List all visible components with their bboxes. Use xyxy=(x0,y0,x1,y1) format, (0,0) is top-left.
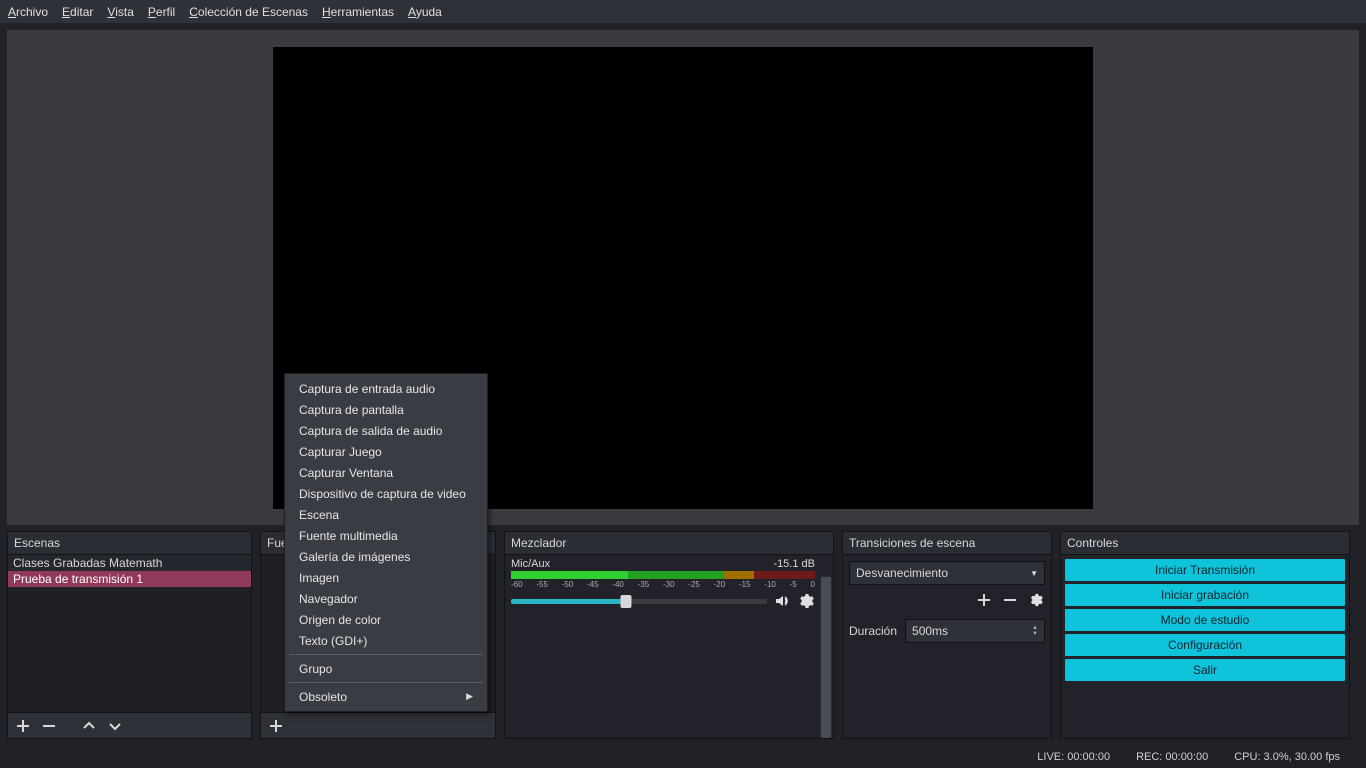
studio-mode-button[interactable]: Modo de estudio xyxy=(1065,609,1345,631)
volume-row xyxy=(511,592,815,610)
duration-spinner[interactable]: 500ms ▲▼ xyxy=(905,619,1045,643)
speaker-icon[interactable] xyxy=(773,592,791,610)
mixer-channel-db: -15.1 dB xyxy=(773,558,815,570)
remove-scene-button[interactable] xyxy=(38,716,60,736)
settings-button[interactable]: Configuración xyxy=(1065,634,1345,656)
chevron-down-icon: ▼ xyxy=(1030,569,1038,578)
exit-button[interactable]: Salir xyxy=(1065,659,1345,681)
scenes-header: Escenas xyxy=(8,532,251,555)
ctx-item[interactable]: Galería de imágenes xyxy=(285,546,487,567)
gear-icon[interactable] xyxy=(797,592,815,610)
transitions-panel: Transiciones de escena Desvanecimiento ▼… xyxy=(842,531,1052,739)
scene-item[interactable]: Clases Grabadas Matemath xyxy=(8,555,251,571)
transition-selected: Desvanecimiento xyxy=(856,566,948,580)
controls-panel: Controles Iniciar Transmisión Iniciar gr… xyxy=(1060,531,1350,739)
transition-settings-button[interactable] xyxy=(1027,591,1045,609)
scenes-panel: Escenas Clases Grabadas Matemath Prueba … xyxy=(7,531,252,739)
separator xyxy=(289,654,483,655)
menu-perfil[interactable]: Perfil xyxy=(148,5,175,19)
bottom-panels: Escenas Clases Grabadas Matemath Prueba … xyxy=(0,525,1366,739)
volume-slider[interactable] xyxy=(511,599,767,604)
move-scene-down-button[interactable] xyxy=(104,716,126,736)
transitions-body: Desvanecimiento ▼ Duración 500ms ▲▼ xyxy=(843,555,1051,738)
status-live: LIVE: 00:00:00 xyxy=(1037,751,1110,763)
menu-ayuda[interactable]: Ayuda xyxy=(408,5,442,19)
ctx-item[interactable]: Navegador xyxy=(285,588,487,609)
ctx-item-label: Obsoleto xyxy=(299,690,347,704)
ctx-item[interactable]: Captura de salida de audio xyxy=(285,420,487,441)
ctx-item-group[interactable]: Grupo xyxy=(285,658,487,679)
ctx-item[interactable]: Capturar Juego xyxy=(285,441,487,462)
controls-header: Controles xyxy=(1061,532,1349,555)
ctx-item[interactable]: Escena xyxy=(285,504,487,525)
menu-coleccion[interactable]: Colección de Escenas xyxy=(189,5,308,19)
ctx-item[interactable]: Origen de color xyxy=(285,609,487,630)
separator xyxy=(289,682,483,683)
ctx-item[interactable]: Capturar Ventana xyxy=(285,462,487,483)
mixer-body: Mic/Aux -15.1 dB -60 -55 -50 -45 -40 -35… xyxy=(505,555,833,738)
controls-body: Iniciar Transmisión Iniciar grabación Mo… xyxy=(1061,555,1349,738)
scenes-body: Clases Grabadas Matemath Prueba de trans… xyxy=(8,555,251,712)
add-source-context-menu: Captura de entrada audio Captura de pant… xyxy=(284,373,488,712)
menubar: Archivo Editar Vista Perfil Colección de… xyxy=(0,0,1366,23)
add-transition-button[interactable] xyxy=(975,591,993,609)
ctx-item[interactable]: Captura de pantalla xyxy=(285,399,487,420)
remove-transition-button[interactable] xyxy=(1001,591,1019,609)
mixer-header: Mezclador xyxy=(505,532,833,555)
start-stream-button[interactable]: Iniciar Transmisión xyxy=(1065,559,1345,581)
menu-vista[interactable]: Vista xyxy=(107,5,133,19)
ctx-item[interactable]: Captura de entrada audio xyxy=(285,378,487,399)
status-cpu: CPU: 3.0%, 30.00 fps xyxy=(1234,751,1340,763)
scenes-toolbar xyxy=(8,712,251,738)
ctx-item[interactable]: Imagen xyxy=(285,567,487,588)
preview-area xyxy=(7,30,1359,525)
duration-label: Duración xyxy=(849,624,897,638)
ctx-item[interactable]: Fuente multimedia xyxy=(285,525,487,546)
menu-editar[interactable]: Editar xyxy=(62,5,93,19)
ctx-item-deprecated[interactable]: Obsoleto ▶ xyxy=(285,686,487,707)
move-scene-up-button[interactable] xyxy=(78,716,100,736)
ctx-item[interactable]: Dispositivo de captura de video xyxy=(285,483,487,504)
scenes-list: Clases Grabadas Matemath Prueba de trans… xyxy=(8,555,251,587)
chevron-right-icon: ▶ xyxy=(466,691,473,702)
menu-archivo[interactable]: Archivo xyxy=(8,5,48,19)
mixer-scrollbar[interactable] xyxy=(820,576,832,737)
scene-item[interactable]: Prueba de transmisión 1 xyxy=(8,571,251,587)
duration-value: 500ms xyxy=(912,624,948,638)
mixer-channel: Mic/Aux -15.1 dB -60 -55 -50 -45 -40 -35… xyxy=(505,555,821,614)
start-record-button[interactable]: Iniciar grabación xyxy=(1065,584,1345,606)
ctx-item[interactable]: Texto (GDI+) xyxy=(285,630,487,651)
transition-select[interactable]: Desvanecimiento ▼ xyxy=(849,561,1045,585)
mixer-channel-name: Mic/Aux xyxy=(511,558,550,570)
transitions-header: Transiciones de escena xyxy=(843,532,1051,555)
menu-herramientas[interactable]: Herramientas xyxy=(322,5,394,19)
spinner-arrows[interactable]: ▲▼ xyxy=(1032,625,1038,637)
add-scene-button[interactable] xyxy=(12,716,34,736)
add-source-button[interactable] xyxy=(265,716,287,736)
meter-ticks: -60 -55 -50 -45 -40 -35 -30 -25 -20 -15 … xyxy=(511,580,815,589)
audio-meter xyxy=(511,571,815,579)
mixer-panel: Mezclador Mic/Aux -15.1 dB -60 -55 -50 -… xyxy=(504,531,834,739)
volume-handle[interactable] xyxy=(621,595,632,608)
statusbar: LIVE: 00:00:00 REC: 00:00:00 CPU: 3.0%, … xyxy=(0,746,1366,768)
sources-toolbar xyxy=(261,712,495,738)
status-rec: REC: 00:00:00 xyxy=(1136,751,1208,763)
